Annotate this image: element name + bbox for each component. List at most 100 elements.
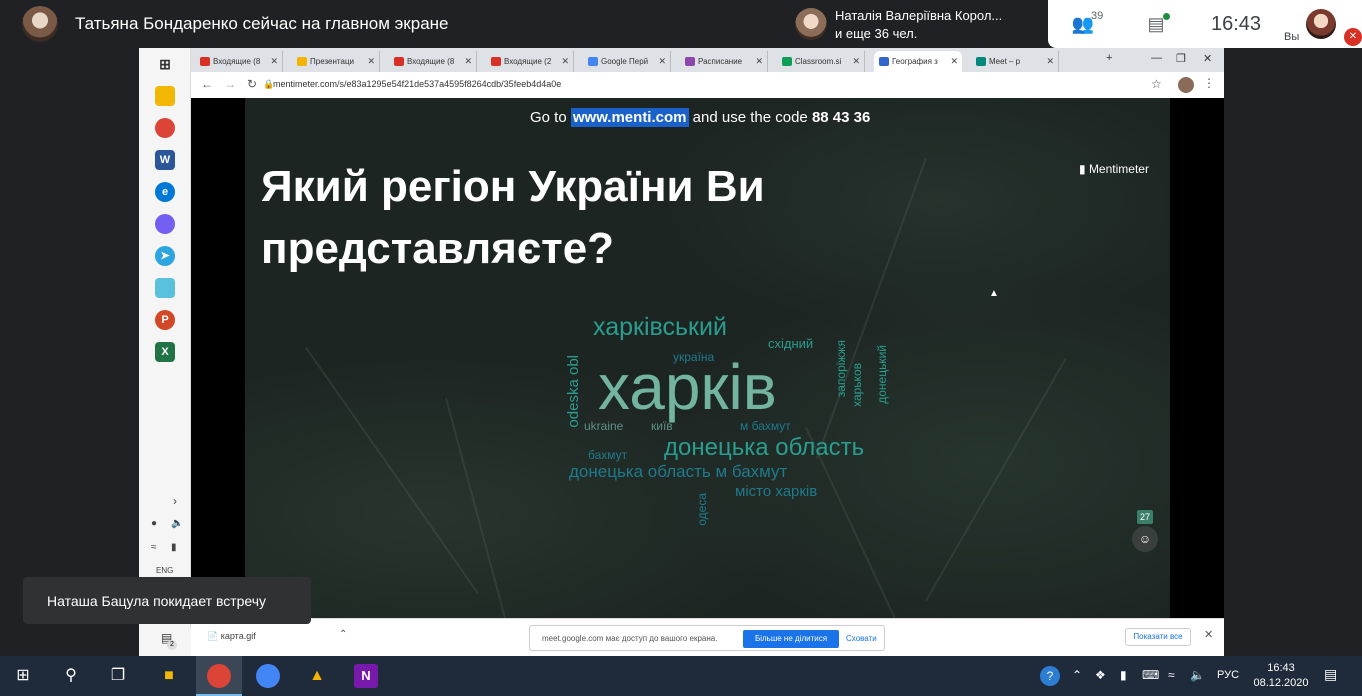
help-icon[interactable]: ?: [1040, 666, 1060, 686]
tab-close-icon[interactable]: ✕: [367, 56, 375, 67]
start-icon[interactable]: ⊞: [11, 664, 35, 688]
word-cloud-item: odeska obl: [565, 355, 582, 428]
telegram-icon[interactable]: ➤: [155, 246, 175, 266]
browser-tab[interactable]: Classroom.si ✕: [777, 51, 865, 73]
person-icon[interactable]: ☺: [1132, 526, 1158, 552]
file-explorer-icon[interactable]: ■: [157, 664, 181, 688]
download-item[interactable]: 📄 карта.gif: [207, 631, 256, 642]
browser-menu-icon[interactable]: ⋮: [1203, 76, 1215, 90]
browser-tab[interactable]: Презентаци ✕: [292, 51, 380, 73]
speaker-name: Наталія Валеріївна Корол...: [835, 8, 1003, 23]
speaker-info[interactable]: Наталія Валеріївна Корол... и еще 36 чел…: [835, 7, 1002, 43]
input-language[interactable]: РУС: [1217, 669, 1239, 681]
reload-icon[interactable]: ↻: [247, 77, 257, 91]
viber-icon[interactable]: [155, 214, 175, 234]
browser-tab[interactable]: Google Перй ✕: [583, 51, 671, 73]
address-bar: ← → ↻ 🔒 mentimeter.com/s/e83a1295e54f21d…: [191, 72, 1224, 98]
browser-tab[interactable]: Входящие (8 ✕: [195, 51, 283, 73]
tab-close-icon[interactable]: ✕: [561, 56, 569, 67]
tab-favicon-icon: [685, 57, 695, 66]
word-cloud-item: запоріжжя: [834, 340, 848, 398]
windows-icon[interactable]: ⊞: [155, 54, 175, 74]
rail-lang[interactable]: ENG: [156, 566, 173, 575]
show-all-downloads-button[interactable]: Показати все: [1125, 628, 1191, 646]
new-tab-button[interactable]: +: [1106, 52, 1112, 64]
mic-off-icon: ✕: [1344, 28, 1362, 46]
tray-clock[interactable]: 16:43 08.12.2020: [1250, 661, 1312, 691]
chevron-up-icon[interactable]: ⌃: [1072, 668, 1082, 682]
browser-tab[interactable]: География з ✕: [874, 51, 962, 73]
browser-tab[interactable]: Входящие (8 ✕: [389, 51, 477, 73]
tab-favicon-icon: [879, 57, 889, 66]
powerpoint-icon[interactable]: P: [155, 310, 175, 330]
tab-close-icon[interactable]: ✕: [755, 56, 763, 67]
mic-tray-icon[interactable]: ▮: [1120, 668, 1127, 682]
tab-label: География з: [892, 57, 938, 66]
stop-sharing-button[interactable]: Більше не ділитися: [743, 630, 839, 648]
mentimeter-logo: ▮ Mentimeter: [1079, 162, 1149, 176]
word-cloud-item: ukraine: [584, 419, 624, 433]
onenote-icon[interactable]: N: [354, 664, 378, 688]
tab-favicon-icon: [782, 57, 792, 66]
app-triangle-icon[interactable]: ▲: [305, 664, 329, 688]
fern-decoration: [305, 346, 479, 594]
profile-avatar[interactable]: [1178, 77, 1194, 93]
tab-close-icon[interactable]: ✕: [464, 56, 472, 67]
close-icon[interactable]: ✕: [1204, 628, 1213, 641]
join-mid: and use the code: [692, 109, 808, 126]
self-avatar[interactable]: [1306, 9, 1336, 39]
chrome-icon[interactable]: [155, 118, 175, 138]
browser-tab[interactable]: Входящие (2 ✕: [486, 51, 574, 73]
tab-close-icon[interactable]: ✕: [950, 56, 958, 67]
restore-icon[interactable]: ❐: [1176, 52, 1186, 65]
word-cloud-item: харків: [598, 351, 777, 423]
bookmark-star-icon[interactable]: ☆: [1151, 77, 1162, 91]
chrome-icon[interactable]: [207, 664, 231, 688]
folder-icon[interactable]: [155, 86, 175, 106]
people-count: 39: [1091, 10, 1104, 22]
tab-favicon-icon: [491, 57, 501, 66]
chevron-up-icon[interactable]: ⌃: [339, 629, 347, 640]
tab-close-icon[interactable]: ✕: [658, 56, 666, 67]
mouse-cursor-icon: ▲: [989, 288, 999, 299]
url-field[interactable]: mentimeter.com/s/e83a1295e54f21de537a459…: [273, 79, 561, 89]
volume-icon[interactable]: 🔈: [171, 518, 183, 529]
minimize-icon[interactable]: —: [1151, 52, 1162, 64]
word-icon[interactable]: W: [155, 150, 175, 170]
excel-icon[interactable]: X: [155, 342, 175, 362]
keyboard-icon[interactable]: ⌨: [1142, 668, 1159, 682]
dropbox-icon[interactable]: ❖: [1095, 668, 1106, 682]
volume-tray-icon[interactable]: 🔈: [1190, 668, 1205, 682]
tray-app-icon[interactable]: ●: [151, 518, 157, 529]
notification-badge: 2: [167, 640, 177, 650]
edge-icon[interactable]: e: [155, 182, 175, 202]
browser-tab[interactable]: Meet – p ✕: [971, 51, 1059, 73]
tab-close-icon[interactable]: ✕: [270, 56, 278, 67]
tab-favicon-icon: [588, 57, 598, 66]
close-window-icon[interactable]: ✕: [1203, 52, 1212, 65]
browser-tab[interactable]: Расписание ✕: [680, 51, 768, 73]
back-icon[interactable]: ←: [201, 77, 213, 91]
meet-clock: 16:43: [1211, 13, 1262, 35]
tab-close-icon[interactable]: ✕: [852, 56, 860, 67]
meet-top-bar: Татьяна Бондаренко сейчас на главном экр…: [0, 0, 1362, 48]
mic-icon[interactable]: ▮: [171, 542, 177, 553]
menti-link[interactable]: www.menti.com: [570, 108, 689, 127]
action-center-icon[interactable]: ▤: [1324, 666, 1337, 683]
chat-unread-dot: [1163, 13, 1170, 20]
tab-favicon-icon: [297, 57, 307, 66]
hide-notice-button[interactable]: Сховати: [846, 634, 877, 643]
chrome-beta-icon[interactable]: [256, 664, 280, 688]
word-cloud-item: м бахмут: [740, 419, 791, 433]
task-view-icon[interactable]: ❐: [106, 664, 130, 688]
forward-icon[interactable]: →: [224, 77, 236, 91]
wifi-tray-icon[interactable]: ≈: [1168, 668, 1175, 682]
wifi-icon[interactable]: ≈: [151, 542, 157, 553]
speaker-avatar[interactable]: [795, 8, 827, 40]
browser-viewport: Go to www.menti.com and use the code 88 …: [191, 98, 1224, 618]
app-icon[interactable]: [155, 278, 175, 298]
search-icon[interactable]: ⚲: [59, 664, 83, 688]
chevron-right-icon[interactable]: ›: [173, 494, 177, 508]
tab-close-icon[interactable]: ✕: [1046, 56, 1054, 67]
tab-label: Meet – p: [989, 57, 1021, 66]
